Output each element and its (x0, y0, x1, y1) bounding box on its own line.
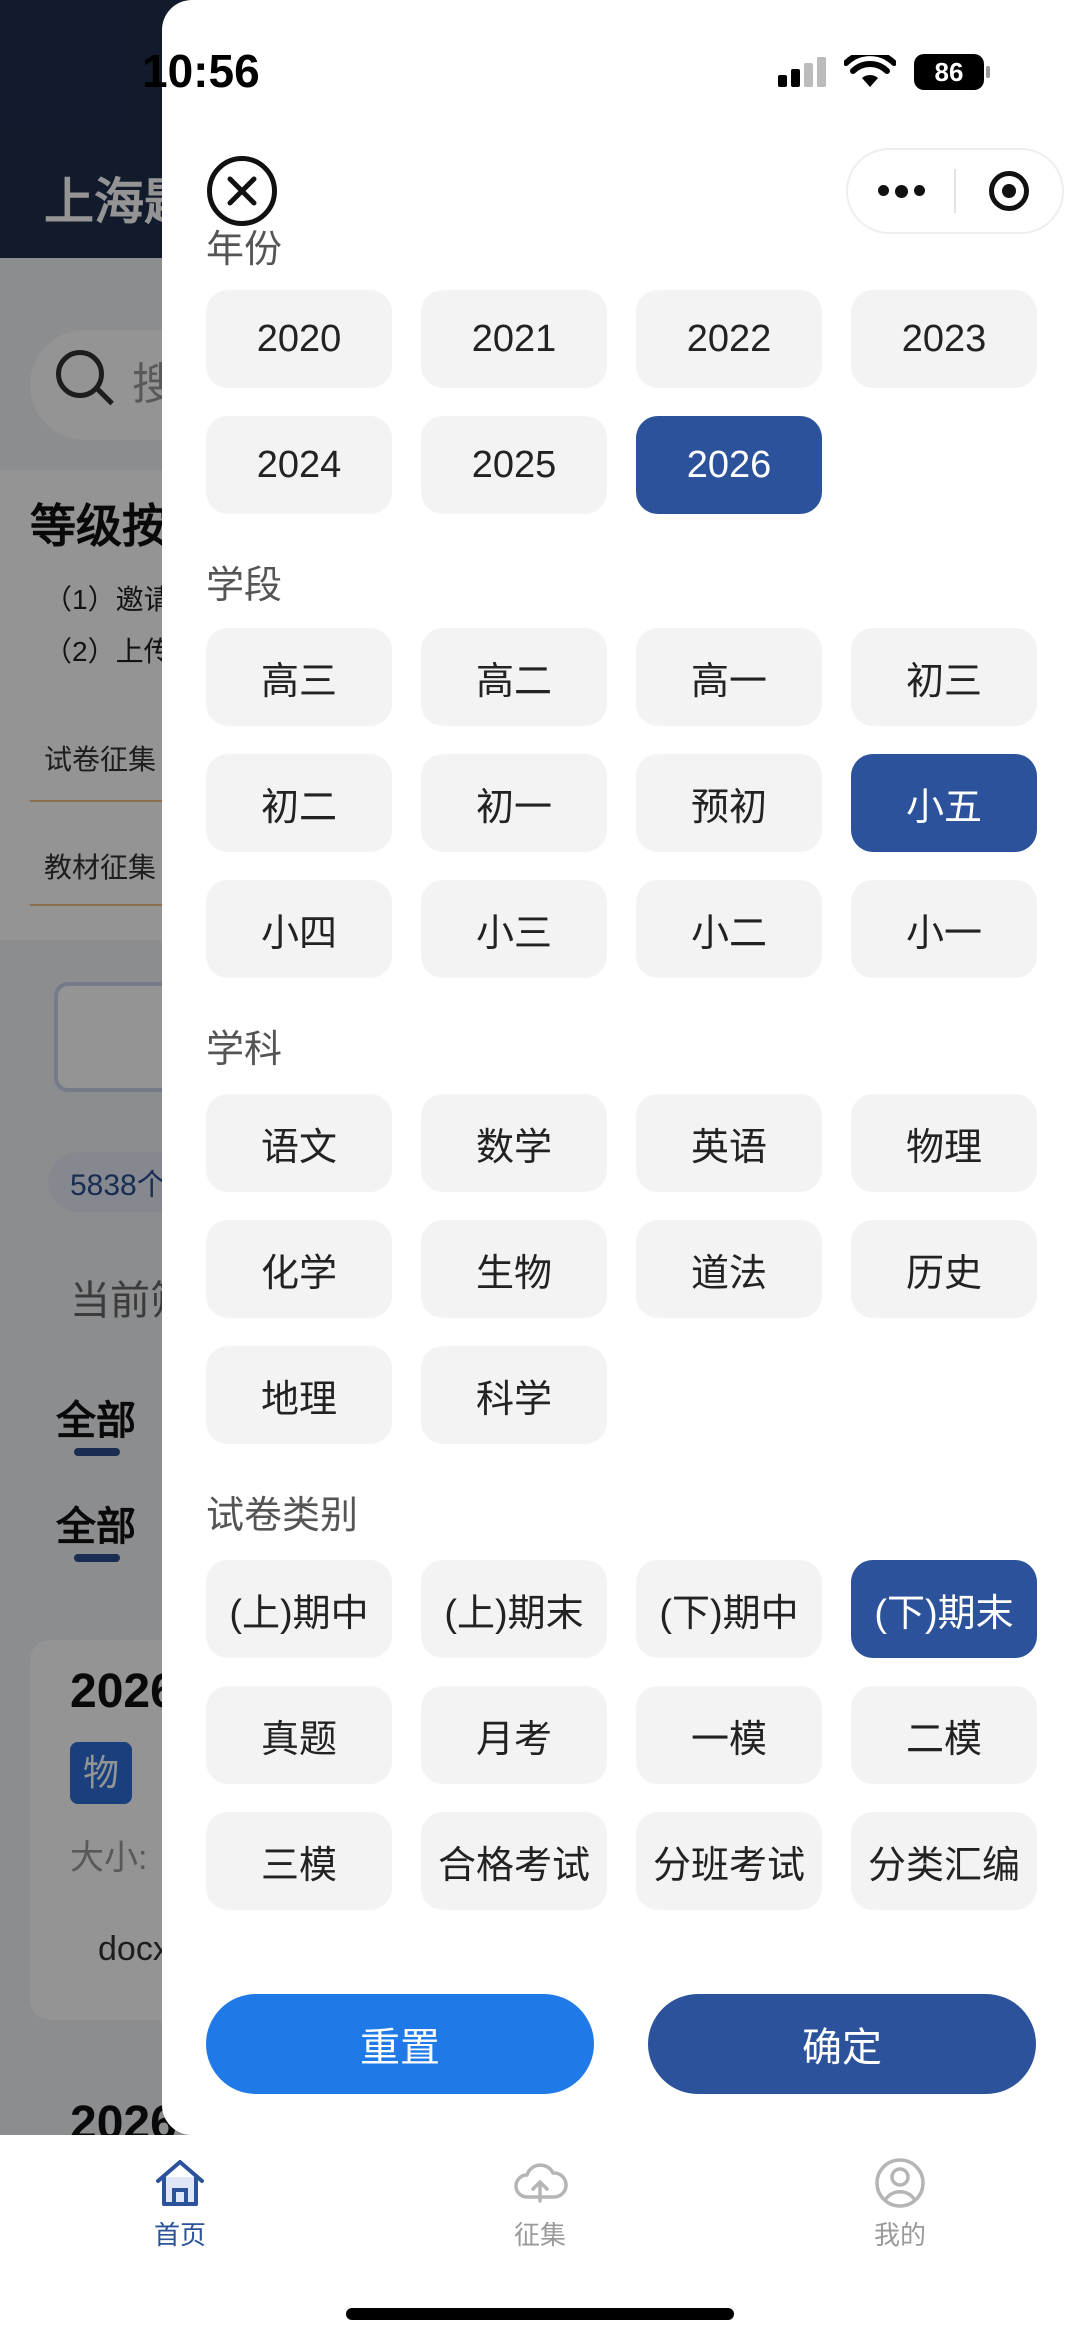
subject-option[interactable]: 语文 (206, 1094, 392, 1192)
filter-sheet: 年份 2020 2021 2022 2023 2024 2025 2026 学段 高三 高二高… (162, 0, 1080, 2135)
close-icon (227, 176, 257, 206)
subject-option[interactable]: 历史 (851, 1220, 1037, 1318)
subject-options: 语文 数学 英语 物理化学 生物 道法 历史地理 科学 (206, 1094, 1052, 1444)
stage-options: 高三 高二 高一 初三初二 初一 预初 小五小四 小三 小二 小一 (206, 628, 1052, 978)
year-option[interactable]: 2024 (206, 416, 392, 514)
stage-option[interactable]: 小一 (851, 880, 1037, 978)
tab-collect[interactable]: 征集 (440, 2157, 640, 2252)
section-title-stage: 学段 (206, 565, 283, 607)
subject-option[interactable]: 化学 (206, 1220, 392, 1318)
category-option[interactable]: 二模 (851, 1686, 1037, 1784)
subject-option[interactable]: 数学 (421, 1094, 607, 1192)
stage-option[interactable]: 小二 (636, 880, 822, 978)
home-icon (156, 2160, 204, 2206)
year-option[interactable]: 2025 (421, 416, 607, 514)
section-title-subject: 学科 (206, 1029, 283, 1071)
home-indicator (346, 2308, 734, 2320)
category-option[interactable]: 月考 (421, 1686, 607, 1784)
stage-option[interactable]: 初一 (421, 754, 607, 852)
stage-option[interactable]: 小五 (851, 754, 1037, 852)
close-button[interactable] (207, 156, 277, 226)
miniprogram-capsule (848, 150, 1062, 232)
reset-button[interactable]: 重置 (206, 1994, 594, 2094)
wifi-icon (844, 55, 896, 87)
signal-icon (778, 57, 826, 87)
category-option[interactable]: 分班考试 (636, 1812, 822, 1910)
confirm-button[interactable]: 确定 (648, 1994, 1036, 2094)
category-option[interactable]: (下)期末 (851, 1560, 1037, 1658)
category-option[interactable]: (下)期中 (636, 1560, 822, 1658)
stage-option[interactable]: 小四 (206, 880, 392, 978)
subject-option[interactable]: 生物 (421, 1220, 607, 1318)
status-icons: 86 (778, 54, 990, 90)
more-dots-icon (877, 184, 925, 198)
subject-option[interactable]: 道法 (636, 1220, 822, 1318)
exit-miniprogram-button[interactable] (956, 150, 1062, 232)
stage-option[interactable]: 初三 (851, 628, 1037, 726)
category-option[interactable]: 真题 (206, 1686, 392, 1784)
stage-option[interactable]: 预初 (636, 754, 822, 852)
category-option[interactable]: 分类汇编 (851, 1812, 1037, 1910)
tab-home-label: 首页 (153, 2220, 206, 2250)
category-option[interactable]: (上)期中 (206, 1560, 392, 1658)
cloud-upload-icon (514, 2163, 568, 2203)
category-option[interactable]: 合格考试 (421, 1812, 607, 1910)
year-options: 2020 2021 2022 2023 2024 2025 2026 (206, 290, 1052, 514)
year-option[interactable]: 2022 (636, 290, 822, 388)
year-option[interactable]: 2020 (206, 290, 392, 388)
stage-option[interactable]: 高一 (636, 628, 822, 726)
tab-collect-label: 征集 (513, 2220, 566, 2250)
tab-mine-label: 我的 (873, 2220, 926, 2250)
more-button[interactable] (848, 150, 954, 232)
stage-option[interactable]: 高二 (421, 628, 607, 726)
status-time: 10:56 (142, 45, 260, 97)
year-option[interactable]: 2026 (636, 416, 822, 514)
category-option[interactable]: (上)期末 (421, 1560, 607, 1658)
section-title-category: 试卷类别 (206, 1495, 359, 1537)
tab-mine[interactable]: 我的 (800, 2157, 1000, 2252)
stage-option[interactable]: 高三 (206, 628, 392, 726)
subject-option[interactable]: 物理 (851, 1094, 1037, 1192)
target-icon (989, 171, 1029, 211)
user-icon (875, 2158, 925, 2208)
category-options: (上)期中 (上)期末 (下)期中 (下)期末真题 月考 一模 二模三模 合格考试 分班考试 分类… (206, 1560, 1052, 1910)
battery-icon: 86 (914, 54, 990, 90)
subject-option[interactable]: 地理 (206, 1346, 392, 1444)
stage-option[interactable]: 初二 (206, 754, 392, 852)
section-title-year: 年份 (206, 229, 283, 271)
category-option[interactable]: 一模 (636, 1686, 822, 1784)
subject-option[interactable]: 科学 (421, 1346, 607, 1444)
year-option[interactable]: 2021 (421, 290, 607, 388)
subject-option[interactable]: 英语 (636, 1094, 822, 1192)
category-option[interactable]: 三模 (206, 1812, 392, 1910)
year-option[interactable]: 2023 (851, 290, 1037, 388)
tab-home[interactable]: 首页 (80, 2157, 280, 2252)
stage-option[interactable]: 小三 (421, 880, 607, 978)
